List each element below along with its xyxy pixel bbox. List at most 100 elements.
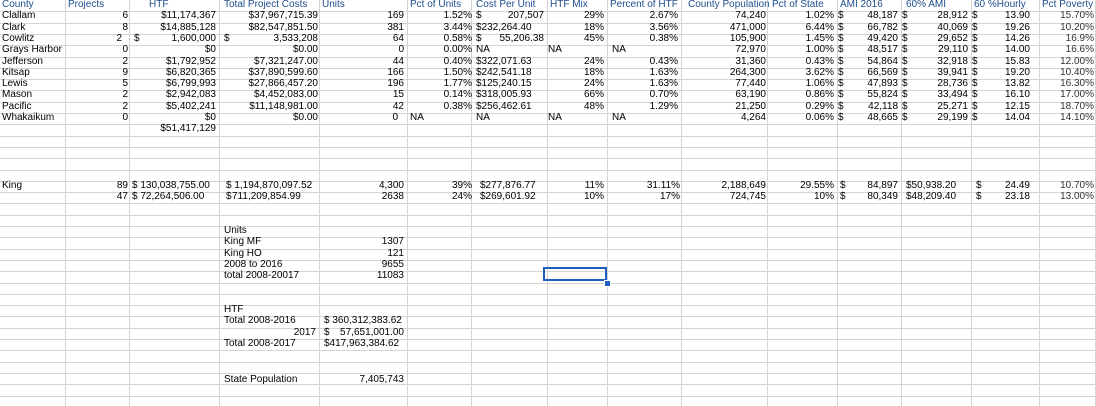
data-cell: $0 <box>204 44 216 55</box>
king-cell: 24% <box>451 191 472 202</box>
row-gridline <box>0 249 1096 250</box>
data-cell: 14.00 <box>1004 44 1030 55</box>
units-label: total 2008-20017 <box>224 270 300 281</box>
row-gridline <box>0 373 1096 374</box>
data-cell: 2 <box>122 89 128 100</box>
row-gridline <box>0 384 1096 385</box>
data-cell: 17.00% <box>1060 89 1094 100</box>
data-cell: 1.00% <box>805 44 834 55</box>
data-cell: 2.67% <box>649 10 678 21</box>
data-cell: 0.86% <box>805 89 834 100</box>
data-cell: 63,190 <box>735 89 766 100</box>
data-cell: $2,942,083 <box>165 89 216 100</box>
data-cell: $ <box>972 10 978 21</box>
data-cell: 0 <box>398 44 404 55</box>
fill-handle[interactable] <box>604 280 611 287</box>
data-cell: 14.04 <box>1004 112 1030 123</box>
data-cell: $ <box>972 44 978 55</box>
row-gridline <box>0 237 1096 238</box>
data-cell: $ <box>902 44 908 55</box>
data-cell: $318,005.93 <box>476 89 532 100</box>
data-cell: NA <box>612 112 626 123</box>
data-cell: NA <box>476 112 490 123</box>
king-cell: $269,601.92 <box>480 191 536 202</box>
data-cell: $11,174,367 <box>161 10 216 21</box>
king-cell: 23.18 <box>1004 191 1030 202</box>
data-cell: 169 <box>387 10 404 21</box>
row-gridline <box>0 328 1096 329</box>
data-cell: 66% <box>583 89 604 100</box>
row-gridline <box>0 136 1096 137</box>
data-cell: 0 <box>122 112 128 123</box>
king-cell: $ 72,264,506.00 <box>132 191 205 202</box>
htf-total-2016-value: $ 360,312,383.62 <box>324 315 402 326</box>
row-gridline <box>0 260 1096 261</box>
data-cell: 15.70% <box>1060 10 1094 21</box>
row-gridline <box>0 350 1096 351</box>
row-gridline <box>0 362 1096 363</box>
htf-total-2017-label: Total 2008-2017 <box>224 338 296 349</box>
data-cell: 207,507 <box>507 10 544 21</box>
spreadsheet-grid[interactable]: County Projects HTF Total Project Costs Unit… <box>0 0 1096 406</box>
data-cell: 13.90 <box>1004 10 1030 21</box>
htf-total-2016-label: Total 2008-2016 <box>224 315 296 326</box>
data-cell: 4,264 <box>740 112 766 123</box>
data-cell: 14.10% <box>1060 112 1094 123</box>
data-cell: 1.52% <box>443 10 472 21</box>
data-cell: 29,110 <box>938 44 968 55</box>
county-name: Grays Harbor <box>2 44 63 55</box>
data-cell: NA <box>410 112 424 123</box>
data-cell: $ <box>902 112 908 123</box>
king-cell: 80,349 <box>867 191 898 202</box>
data-cell: $ <box>972 89 978 100</box>
king-cell: $48,209.40 <box>906 191 957 202</box>
data-cell: 16.10 <box>1004 89 1030 100</box>
row-gridline <box>0 339 1096 340</box>
data-cell: $ <box>902 89 908 100</box>
data-cell: NA <box>612 44 626 55</box>
row-gridline <box>0 203 1096 204</box>
county-name: Whakaikum <box>2 112 55 123</box>
data-cell: 29% <box>583 10 604 21</box>
county-name: King <box>2 180 23 191</box>
king-cell: 2638 <box>381 191 404 202</box>
king-cell: 724,745 <box>729 191 766 202</box>
data-cell: 0.14% <box>443 89 472 100</box>
data-cell: 0.06% <box>805 112 834 123</box>
king-cell: 10% <box>583 191 604 202</box>
row-gridline <box>0 215 1096 216</box>
row-gridline <box>0 305 1096 306</box>
data-cell: $4,452,083.00 <box>254 89 318 100</box>
state-population-value: 7,405,743 <box>359 374 405 385</box>
data-cell: 0.00% <box>443 44 472 55</box>
data-cell: 48,517 <box>867 44 898 55</box>
data-cell: $37,967,715.39 <box>248 10 318 21</box>
king-cell: 13.00% <box>1060 191 1094 202</box>
data-cell: $ <box>902 10 908 21</box>
data-cell: $ <box>838 10 844 21</box>
king-cell: 711,209,854.99 <box>232 191 301 202</box>
king-cell: 17% <box>659 191 680 202</box>
row-gridline <box>0 294 1096 295</box>
data-cell: 0 <box>392 112 398 123</box>
data-cell: $ <box>838 44 844 55</box>
data-cell: $0.00 <box>292 112 318 123</box>
data-cell: 28,912 <box>937 10 968 21</box>
row-gridline <box>0 226 1096 227</box>
data-cell: $ <box>838 89 844 100</box>
selected-cell[interactable] <box>543 267 607 281</box>
data-cell: 33,494 <box>937 89 968 100</box>
data-cell: $ <box>972 112 978 123</box>
data-cell: 15 <box>392 89 404 100</box>
row-gridline <box>0 170 1096 171</box>
row-gridline <box>0 147 1096 148</box>
row-gridline <box>0 158 1096 159</box>
row-gridline <box>0 316 1096 317</box>
row-gridline <box>0 283 1096 284</box>
data-cell: 29,199 <box>937 112 968 123</box>
units-value: 1307 <box>381 236 404 247</box>
data-cell: 48,187 <box>867 10 898 21</box>
data-cell: $51,417,129 <box>160 123 216 134</box>
data-cell: 0.70% <box>649 89 678 100</box>
data-cell: NA <box>548 44 562 55</box>
